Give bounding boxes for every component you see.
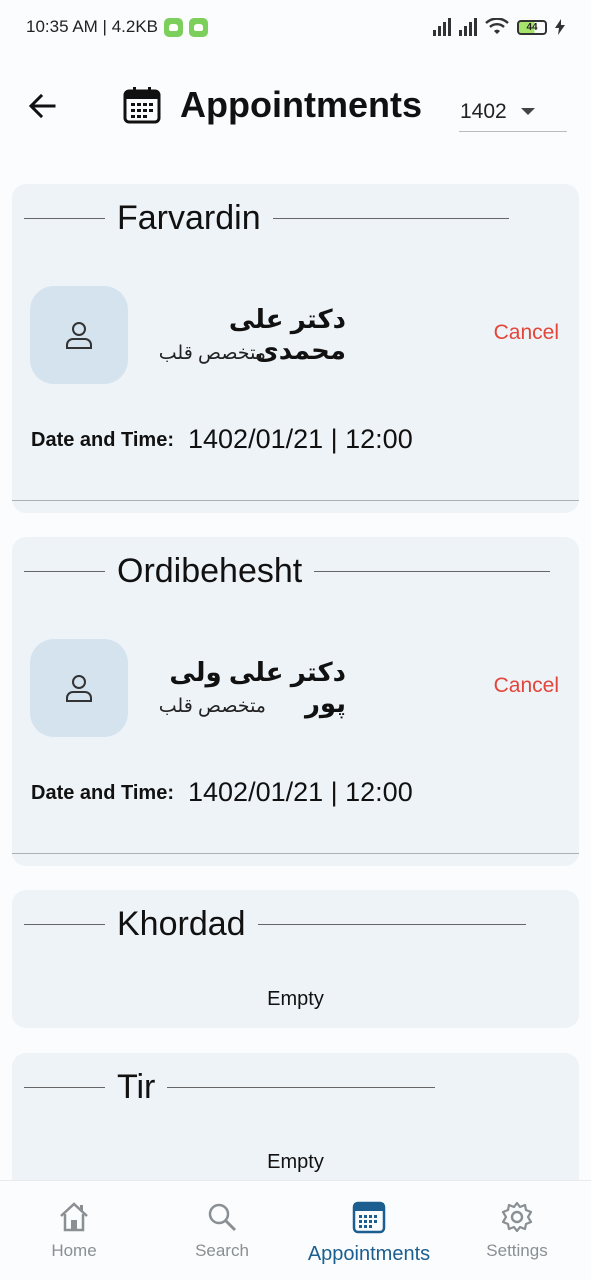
- status-left: 10:35 AM | 4.2KB: [26, 17, 208, 37]
- month-card-farvardin: Farvardin دکتر علی محمدی متخصص قلب Cance…: [12, 184, 579, 513]
- doctor-avatar: [30, 286, 128, 384]
- divider-line: [24, 1086, 105, 1088]
- page-title-wrap: Appointments: [122, 84, 422, 126]
- appointments-list[interactable]: Farvardin دکتر علی محمدی متخصص قلب Cance…: [0, 170, 591, 1180]
- empty-label: Empty: [267, 988, 324, 1010]
- doctor-avatar: [30, 639, 128, 737]
- divider-line: [257, 923, 526, 925]
- doctor-specialty: متخصص قلب: [158, 696, 266, 717]
- datetime-label: Date and Time:: [31, 429, 174, 451]
- android-notification-icon: [164, 17, 183, 37]
- search-icon: [204, 1199, 240, 1235]
- empty-label: Empty: [267, 1151, 324, 1173]
- charging-icon: [555, 19, 565, 35]
- cancel-button[interactable]: Cancel: [494, 674, 559, 698]
- month-header: Khordad: [24, 904, 567, 944]
- divider-line: [24, 570, 105, 572]
- app-bar: Appointments 1402: [0, 54, 591, 170]
- divider-line: [167, 1086, 436, 1088]
- signal-icon: [433, 18, 451, 36]
- month-card-ordibehesht: Ordibehesht دکتر علی ولی پور متخصص قلب C…: [12, 537, 579, 866]
- gear-icon: [499, 1199, 535, 1235]
- home-icon: [56, 1199, 92, 1235]
- divider-line: [272, 217, 509, 219]
- status-time: 10:35 AM | 4.2KB: [26, 17, 158, 36]
- month-header: Ordibehesht: [24, 551, 567, 591]
- datetime-label: Date and Time:: [31, 782, 174, 804]
- calendar-icon: [123, 87, 161, 124]
- nav-label-search: Search: [195, 1241, 249, 1260]
- cancel-button[interactable]: Cancel: [494, 321, 559, 345]
- month-header: Farvardin: [24, 198, 567, 238]
- nav-item-search[interactable]: Search: [148, 1181, 296, 1280]
- divider-line: [24, 217, 105, 219]
- android-notification-icon: [189, 17, 208, 37]
- bottom-navigation: Home Search Appointments Settings: [0, 1180, 591, 1280]
- month-name: Khordad: [117, 904, 246, 943]
- back-button[interactable]: [26, 90, 58, 122]
- datetime-value: 1402/01/21 | 12:00: [188, 777, 413, 807]
- nav-item-appointments[interactable]: Appointments: [295, 1181, 443, 1280]
- nav-label-settings: Settings: [486, 1241, 548, 1260]
- divider-line: [24, 923, 105, 925]
- nav-item-settings[interactable]: Settings: [443, 1181, 591, 1280]
- month-name: Ordibehesht: [117, 551, 303, 590]
- nav-label-appointments: Appointments: [307, 1243, 431, 1265]
- month-card-tir: Tir Empty: [12, 1053, 579, 1180]
- nav-item-home[interactable]: Home: [0, 1181, 148, 1280]
- card-divider: [12, 500, 579, 501]
- divider-line: [314, 570, 551, 572]
- datetime-value: 1402/01/21 | 12:00: [188, 424, 413, 454]
- doctor-specialty: متخصص قلب: [158, 343, 266, 364]
- signal-icon: [459, 18, 477, 36]
- month-header: Tir: [24, 1067, 567, 1107]
- month-card-khordad: Khordad Empty: [12, 890, 579, 1028]
- dropdown-caret-icon: [520, 108, 535, 115]
- person-icon: [66, 675, 92, 702]
- nav-label-home: Home: [51, 1241, 97, 1260]
- calendar-icon: [351, 1199, 387, 1235]
- arrow-back-icon: [28, 93, 56, 119]
- status-bar: 10:35 AM | 4.2KB 44: [0, 0, 591, 54]
- status-right: 44: [433, 18, 565, 36]
- month-name: Farvardin: [117, 198, 261, 237]
- page-title: Appointments: [180, 84, 422, 125]
- year-dropdown[interactable]: 1402: [459, 92, 567, 132]
- year-value: 1402: [460, 99, 507, 123]
- person-icon: [66, 322, 92, 349]
- wifi-icon: [485, 18, 509, 34]
- card-divider: [12, 853, 579, 854]
- month-name: Tir: [117, 1067, 156, 1106]
- battery-icon: 44: [517, 19, 547, 35]
